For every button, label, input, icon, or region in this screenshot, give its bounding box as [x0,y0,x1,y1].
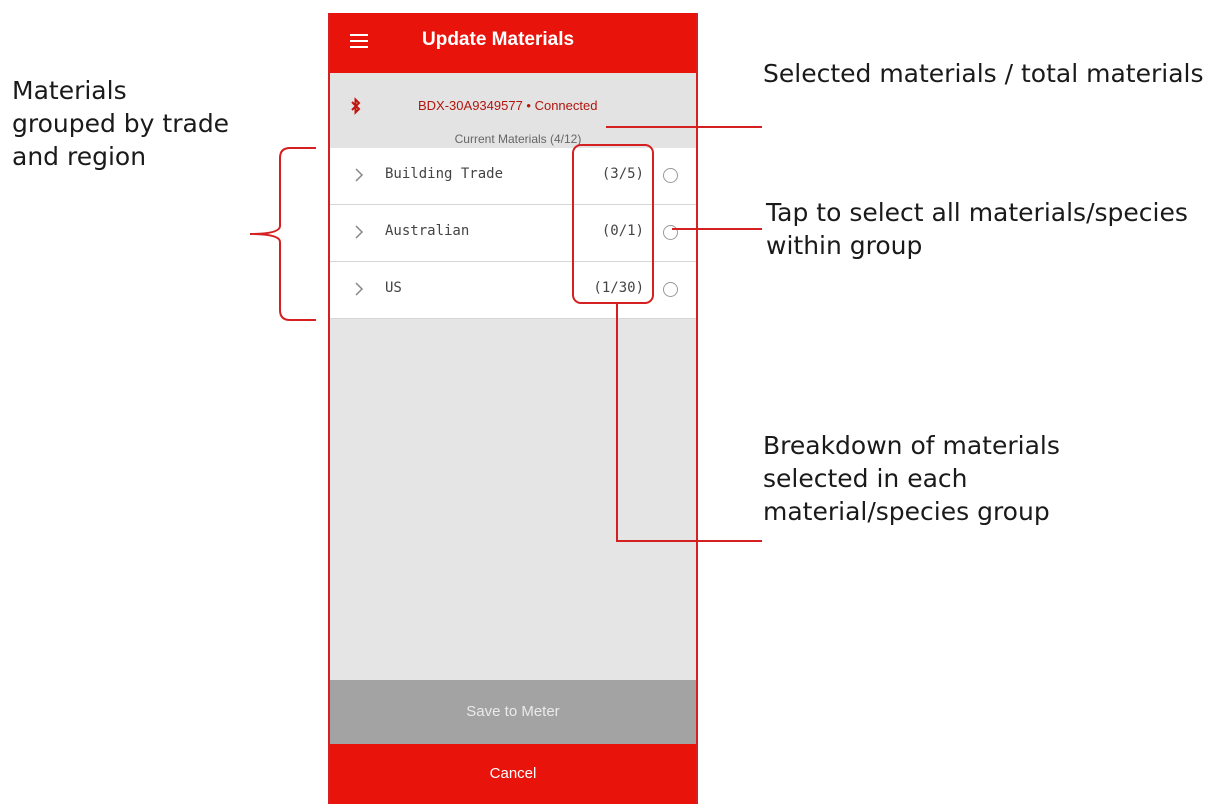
save-to-meter-button[interactable]: Save to Meter [330,680,696,744]
group-count: (1/30) [593,280,644,296]
chevron-right-icon [355,168,364,182]
app-header: Update Materials [330,13,696,73]
menu-icon[interactable] [350,34,368,48]
group-bracket [249,147,316,321]
page-title: Update Materials [422,29,575,50]
select-group-radio[interactable] [663,225,678,240]
phone-screen: Update Materials BDX-30A9349577 • Connec… [328,13,698,804]
annotation-breakdown: Breakdown of materials selected in each … [763,431,1060,526]
group-count: (0/1) [601,223,644,239]
annotation-selected-total: Selected materials / total materials [763,59,1204,88]
group-row-building-trade[interactable]: Building Trade (3/5) [330,148,696,205]
select-group-radio[interactable] [663,282,678,297]
current-materials-count: Current Materials (4/12) [454,132,582,146]
group-label: US [385,280,402,296]
group-count: (3/5) [601,166,644,182]
group-row-us[interactable]: US (1/30) [330,262,696,319]
group-label: Building Trade [385,166,504,182]
device-status: BDX-30A9349577 • Connected [418,98,598,113]
cancel-button[interactable]: Cancel [330,744,696,804]
select-group-radio[interactable] [663,168,678,183]
annotation-grouped: Materials grouped by trade and region [12,76,230,171]
group-row-australian[interactable]: Australian (0/1) [330,205,696,262]
chevron-right-icon [355,282,364,296]
annotation-tap-select: Tap to select all materials/species with… [766,198,1188,260]
bluetooth-icon [351,97,361,115]
chevron-right-icon [355,225,364,239]
group-label: Australian [385,223,470,239]
